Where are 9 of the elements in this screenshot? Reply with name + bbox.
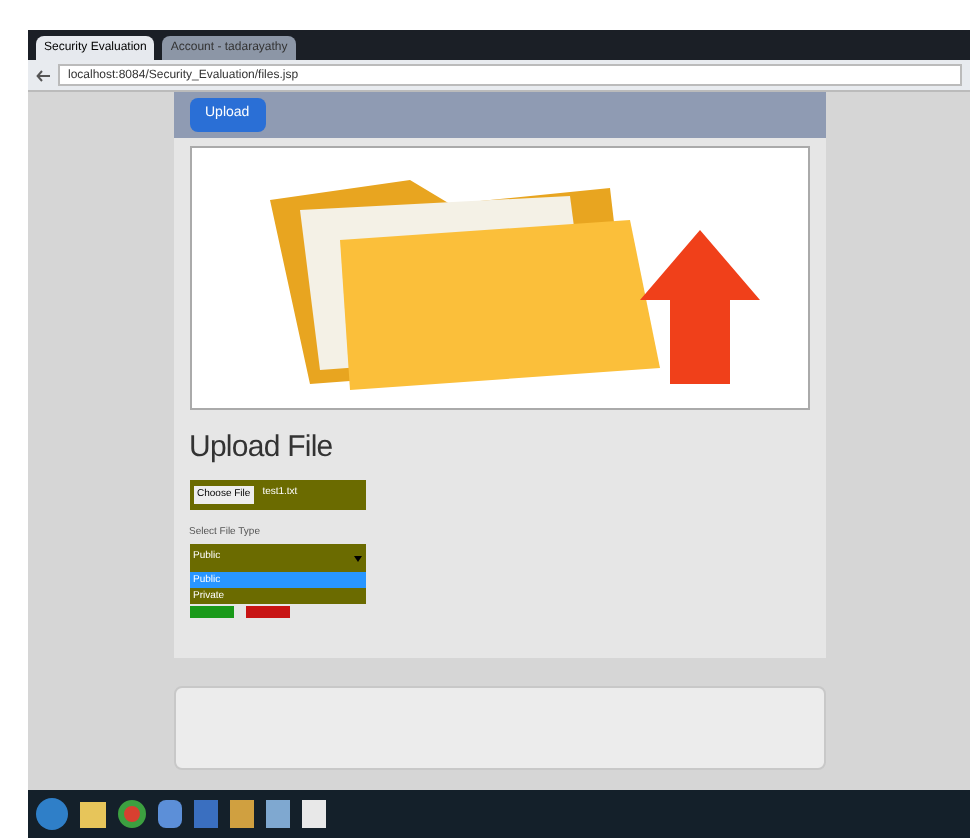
caret-icon: [353, 555, 361, 561]
back-icon[interactable]: [36, 69, 50, 81]
upload-heading: Upload File: [189, 428, 335, 468]
cancel-button[interactable]: [245, 606, 289, 618]
submit-button[interactable]: [189, 606, 233, 618]
app-icon[interactable]: [158, 800, 182, 828]
browser-icon[interactable]: [118, 800, 146, 828]
folder-icon[interactable]: [80, 801, 106, 827]
start-icon[interactable]: [36, 798, 68, 830]
